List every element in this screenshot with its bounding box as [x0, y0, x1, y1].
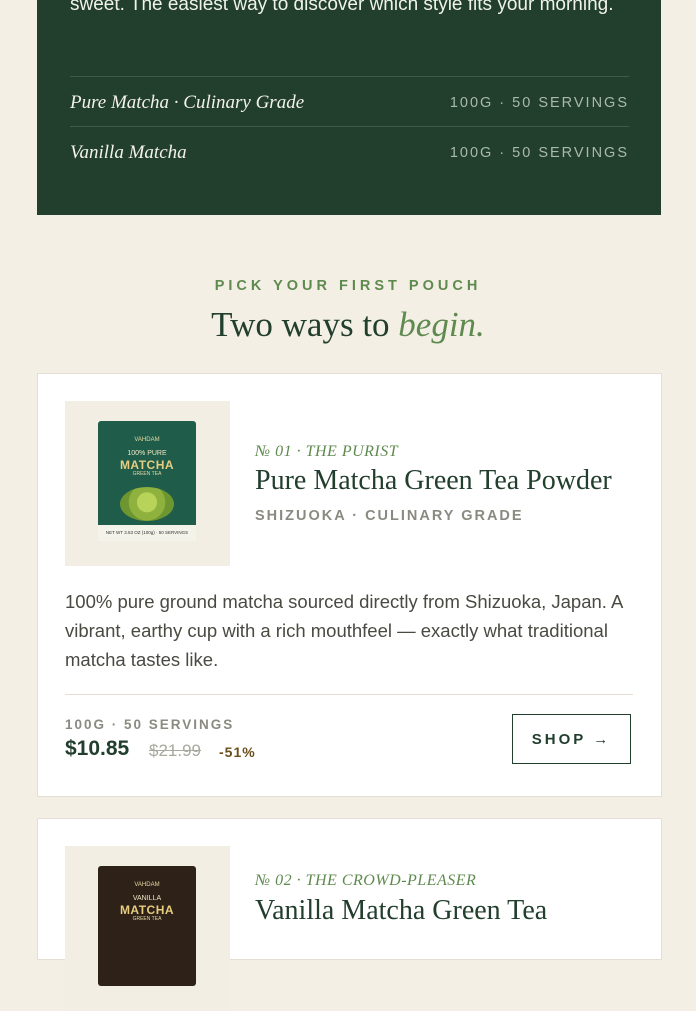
banner-row: Vanilla Matcha 100G · 50 SERVINGS: [70, 128, 629, 178]
product-image[interactable]: VAHDAM VANILLA MATCHA GREEN TEA: [65, 846, 230, 1011]
product-card: VAHDAM VANILLA MATCHA GREEN TEA № 02 · T…: [37, 818, 662, 1011]
matcha-bowl-graphic: [120, 487, 174, 521]
product-kicker: № 01 · THE PURIST: [255, 443, 399, 460]
pouch-line: VANILLA: [132, 895, 162, 902]
product-origin: SHIZUOKA · CULINARY GRADE: [255, 508, 524, 524]
divider: [70, 126, 629, 127]
original-price: $21.99: [149, 741, 201, 760]
collection-banner: sweet. The easiest way to discover which…: [37, 0, 661, 215]
section-title: Two ways to begin.: [0, 305, 696, 345]
divider: [65, 694, 633, 695]
discount-badge: -51%: [219, 744, 256, 760]
matcha-pouch-image: VAHDAM 100% PURE MATCHA GREEN TEA NET WT…: [98, 421, 196, 541]
product-description: 100% pure ground matcha sourced directly…: [65, 591, 623, 670]
banner-description: sweet. The easiest way to discover which…: [70, 0, 614, 15]
product-size: 100G · 50 SERVINGS: [65, 717, 235, 732]
pouch-line: 100% PURE: [127, 450, 167, 457]
pouch-brand: VAHDAM: [134, 437, 160, 443]
pouch-net-weight: NET WT 3.53 OZ (100g) · 50 SERVINGS: [98, 525, 196, 541]
product-name[interactable]: Vanilla Matcha Green Tea: [255, 895, 547, 927]
row-product-name: Pure Matcha · Culinary Grade: [70, 92, 305, 113]
banner-row: Pure Matcha · Culinary Grade 100G · 50 S…: [70, 78, 629, 128]
sale-price: $10.85: [65, 737, 130, 760]
pouch-brand: VAHDAM: [134, 882, 160, 888]
section-eyebrow: PICK YOUR FIRST POUCH: [214, 278, 482, 294]
product-card: VAHDAM 100% PURE MATCHA GREEN TEA NET WT…: [37, 373, 662, 797]
pouch-title: MATCHA: [119, 903, 175, 917]
pouch-title: MATCHA: [119, 458, 175, 472]
row-product-meta: 100G · 50 SERVINGS: [449, 145, 629, 161]
section-title-accent: begin.: [398, 305, 485, 344]
pouch-sub: GREEN TEA: [132, 471, 162, 477]
row-product-name: Vanilla Matcha: [70, 142, 187, 163]
product-kicker: № 02 · THE CROWD-PLEASER: [255, 872, 477, 889]
section-title-main: Two ways to: [211, 305, 399, 344]
vanilla-pouch-image: VAHDAM VANILLA MATCHA GREEN TEA: [98, 866, 196, 986]
row-product-meta: 100G · 50 SERVINGS: [449, 95, 629, 111]
divider: [70, 76, 629, 77]
product-name[interactable]: Pure Matcha Green Tea Powder: [255, 465, 612, 497]
shop-button[interactable]: SHOP →: [512, 714, 631, 764]
product-image[interactable]: VAHDAM 100% PURE MATCHA GREEN TEA NET WT…: [65, 401, 230, 566]
pouch-sub: GREEN TEA: [132, 916, 162, 922]
